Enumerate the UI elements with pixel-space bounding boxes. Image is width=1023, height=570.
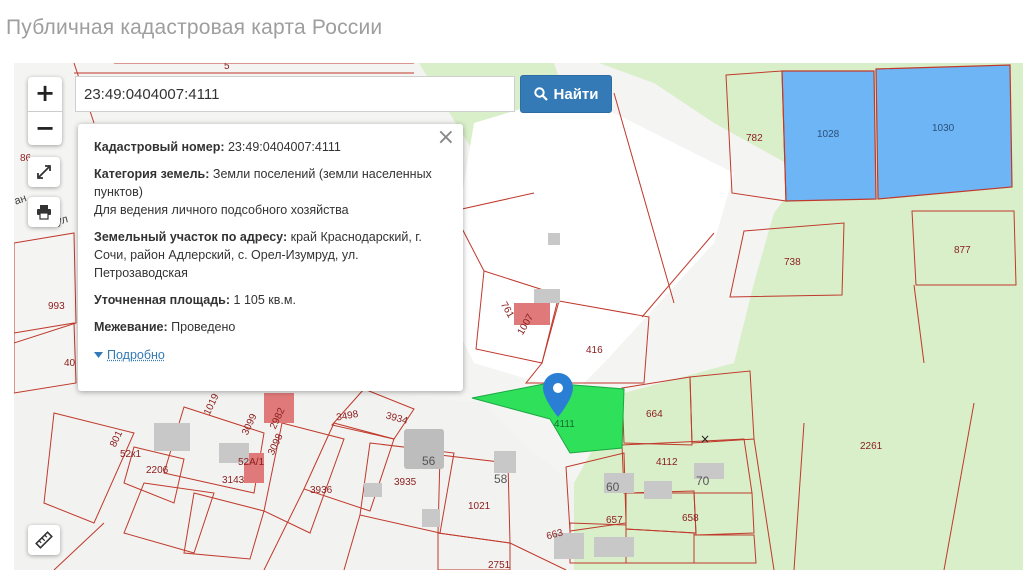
parcel-info-panel: × Кадастровый номер: 23:49:0404007:4111 … bbox=[78, 124, 463, 391]
land-category-label: Категория земель: bbox=[94, 167, 210, 181]
parcel-label-738: 738 bbox=[784, 257, 801, 268]
search-icon bbox=[533, 87, 548, 101]
caret-down-icon bbox=[94, 352, 103, 358]
cursor-mark: × bbox=[700, 432, 710, 446]
parcel-label-2206: 2206 bbox=[146, 465, 169, 476]
parcel-label-52a: 52А/1 bbox=[238, 457, 265, 468]
search-button-label: Найти bbox=[553, 85, 599, 103]
parcel-label-1030: 1030 bbox=[932, 123, 955, 134]
parcel-label-2261: 2261 bbox=[860, 441, 883, 452]
street-label-2: ан bbox=[14, 192, 28, 207]
more-details-link[interactable]: Подробно bbox=[94, 346, 165, 364]
survey-value: Проведено bbox=[171, 320, 236, 334]
print-button[interactable] bbox=[28, 197, 60, 227]
page-title: Публичная кадастровая карта России bbox=[6, 16, 383, 39]
print-icon bbox=[37, 205, 51, 220]
parcel-label-664: 664 bbox=[646, 409, 663, 420]
survey-row: Межевание: Проведено bbox=[94, 318, 447, 336]
ruler-icon bbox=[35, 531, 53, 549]
parcel-label-657: 657 bbox=[606, 515, 623, 526]
parcel-label-782: 782 bbox=[746, 133, 763, 144]
parcel-label-3936: 3936 bbox=[310, 485, 333, 496]
parcel-label-416: 416 bbox=[586, 345, 603, 356]
parcel-label-4112: 4112 bbox=[656, 457, 678, 468]
parcel-label-56: 56 bbox=[422, 454, 436, 468]
parcel-label-658: 658 bbox=[682, 513, 699, 524]
close-icon[interactable]: × bbox=[437, 127, 455, 149]
selected-parcel-label: 4111 bbox=[554, 419, 575, 430]
parcel-label-58: 58 bbox=[494, 472, 508, 486]
parcel-label-3935: 3935 bbox=[394, 477, 417, 488]
area-label: Уточненная площадь: bbox=[94, 293, 231, 307]
area-row: Уточненная площадь: 1 105 кв.м. bbox=[94, 291, 447, 309]
address-row: Земельный участок по адресу: край Красно… bbox=[94, 228, 447, 282]
survey-label: Межевание: bbox=[94, 320, 168, 334]
parcel-label-877: 877 bbox=[954, 245, 971, 256]
area-value: 1 105 кв.м. bbox=[233, 293, 296, 307]
parcel-label-40: 40 bbox=[64, 358, 76, 369]
more-details-label: Подробно bbox=[107, 348, 165, 362]
land-use-value: Для ведения личного подсобного хозяйства bbox=[94, 203, 349, 217]
zoom-out-button[interactable]: − bbox=[28, 112, 62, 146]
zoom-in-button[interactable]: + bbox=[28, 77, 62, 112]
parcel-label-1028: 1028 bbox=[817, 129, 840, 140]
land-category-row: Категория земель: Земли поселений (земли… bbox=[94, 165, 447, 219]
measure-button[interactable] bbox=[28, 525, 60, 555]
parcel-label-1021: 1021 bbox=[468, 501, 491, 512]
cadastral-number-row: Кадастровый номер: 23:49:0404007:4111 bbox=[94, 138, 447, 156]
parcel-label-60: 60 bbox=[606, 480, 620, 494]
expand-icon bbox=[37, 165, 51, 179]
search-button[interactable]: Найти bbox=[520, 75, 612, 113]
parcel-label-52k1: 52к1 bbox=[120, 449, 141, 460]
parcel-label-5: 5 bbox=[224, 63, 230, 72]
address-label: Земельный участок по адресу: bbox=[94, 230, 288, 244]
parcel-label-2751: 2751 bbox=[488, 560, 511, 570]
parcel-label-3143: 3143 bbox=[222, 475, 245, 486]
fullscreen-button[interactable] bbox=[28, 157, 60, 187]
zoom-control: + − bbox=[28, 77, 62, 145]
parcel-label-70: 70 bbox=[696, 474, 710, 488]
parcel-label-993: 993 bbox=[48, 301, 65, 312]
cadastral-number-label: Кадастровый номер: bbox=[94, 140, 225, 154]
cadastral-number-value: 23:49:0404007:4111 bbox=[227, 140, 341, 154]
cadastral-search-input[interactable] bbox=[75, 76, 515, 112]
